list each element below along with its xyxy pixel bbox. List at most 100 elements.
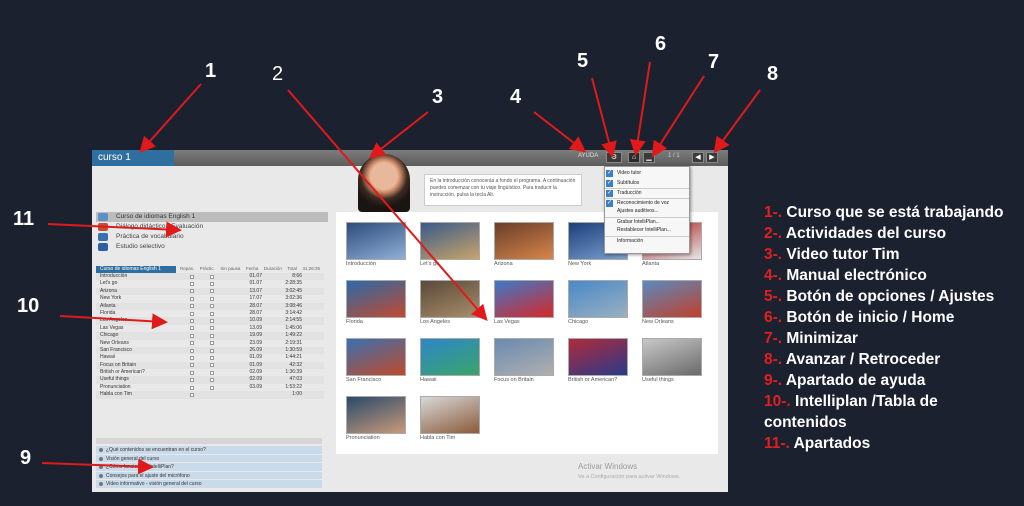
activity-thumbnail[interactable]: Introducción (346, 222, 406, 268)
help-manual-link[interactable]: AYUDA (578, 153, 598, 159)
checkbox[interactable] (202, 369, 222, 376)
activity-thumbnail[interactable]: Focus on Britain (494, 338, 554, 384)
options-menu-item[interactable]: Ajustes auditivos... (605, 207, 689, 217)
activity-thumbnail[interactable]: British or American? (568, 338, 628, 384)
table-row[interactable]: Arizona 13.07 3:02:45 (96, 287, 324, 296)
lesson-name: Atlanta (100, 302, 116, 309)
minimize-button[interactable]: ▁ (643, 152, 655, 163)
table-row[interactable]: Florida 28.07 3:14:42 (96, 310, 324, 317)
options-menu-label: Ajustes auditivos... (617, 208, 659, 214)
checkbox[interactable] (182, 340, 202, 347)
section-item[interactable]: Práctica de vocabulario (96, 232, 328, 242)
checkbox[interactable] (182, 310, 202, 317)
checkbox[interactable] (182, 303, 202, 310)
table-row[interactable]: Las Vegas 13.09 1:45:06 (96, 325, 324, 332)
checkbox[interactable] (202, 288, 222, 295)
activity-thumbnail[interactable]: Florida (346, 280, 406, 326)
table-row[interactable]: Chicago 19.09 1:49:22 (96, 332, 324, 340)
checkbox[interactable] (202, 332, 222, 339)
activity-thumbnail[interactable]: San Francisco (346, 338, 406, 384)
activity-thumbnail[interactable]: Habla con Tim (420, 396, 480, 442)
table-row[interactable]: Introducción 01.07 8:66 (96, 273, 324, 281)
checkbox[interactable] (182, 391, 202, 398)
checkbox[interactable] (182, 280, 202, 287)
options-menu-item[interactable]: ✓ Traducción (605, 188, 689, 198)
checkbox[interactable] (182, 295, 202, 302)
table-row[interactable]: Focus on Britain 01.09 42:32 (96, 361, 324, 370)
back-arrow-icon: ◀ (695, 154, 701, 161)
checkbox[interactable] (182, 273, 202, 280)
table-row[interactable]: British or American? 02.09 1:36:39 (96, 369, 324, 376)
table-row[interactable]: Hawaii 01.09 1:44:21 (96, 354, 324, 361)
thumbnail-caption: Atlanta (642, 261, 660, 267)
options-menu-item[interactable]: Información (605, 235, 689, 246)
activity-thumbnail[interactable]: Las Vegas (494, 280, 554, 326)
checkbox[interactable] (182, 332, 202, 339)
checkbox[interactable] (182, 288, 202, 295)
course-tab[interactable]: curso 1 (92, 150, 174, 166)
checkbox[interactable] (182, 325, 202, 332)
forward-button[interactable]: ▶ (706, 152, 718, 163)
checkbox[interactable] (182, 384, 202, 391)
section-item[interactable]: Curso de idiomas English 1 (96, 212, 328, 222)
help-item[interactable]: Visión general del curso (96, 454, 322, 463)
video-tutor-photo[interactable] (358, 154, 410, 212)
checkbox[interactable] (182, 369, 202, 376)
checkbox[interactable] (202, 280, 222, 287)
checkbox[interactable] (202, 384, 222, 391)
table-row[interactable]: New York 17.07 3:02:36 (96, 295, 324, 302)
checkbox[interactable] (202, 325, 222, 332)
help-item[interactable]: ¿Cómo funciona el IntelliPlan? (96, 463, 322, 472)
table-row[interactable]: Pronunciation 03.09 1:53:22 (96, 384, 324, 391)
table-row[interactable]: Atlanta 28.07 3:08:46 (96, 302, 324, 310)
checkbox[interactable] (202, 376, 222, 383)
lesson-duration: 2:14:55 (285, 317, 302, 324)
table-row[interactable]: San Francisco 26.09 1:30:59 (96, 346, 324, 355)
activity-thumbnail[interactable]: New Orleans (642, 280, 702, 326)
help-item[interactable]: Consejos para el ajuste del micrófono (96, 471, 322, 480)
checkbox[interactable] (182, 354, 202, 361)
checkbox[interactable] (202, 391, 222, 398)
activity-thumbnail[interactable]: Hawaii (420, 338, 480, 384)
activity-thumbnail[interactable]: Arizona (494, 222, 554, 268)
options-menu-item[interactable]: Grabar IntelliPlan... (605, 216, 689, 227)
activity-thumbnail[interactable]: Let's go (420, 222, 480, 268)
activity-thumbnail[interactable]: Chicago (568, 280, 628, 326)
checkbox[interactable] (202, 273, 222, 280)
table-row[interactable]: Useful things 02.09 47:03 (96, 376, 324, 384)
home-button[interactable]: ⌂ (628, 152, 640, 163)
table-row[interactable]: Habla con Tim 1:00 (96, 391, 324, 399)
thumbnail-caption: Los Angeles (420, 319, 450, 325)
checkbox[interactable] (182, 317, 202, 324)
checkbox[interactable] (202, 362, 222, 369)
options-menu-item[interactable]: ✓ Subtítulos (605, 179, 689, 189)
checkbox[interactable] (202, 354, 222, 361)
checkbox[interactable] (202, 303, 222, 310)
help-item[interactable]: ¿Qué contenidos se encuentran en el curs… (96, 446, 322, 455)
table-row[interactable]: New Orleans 23.09 2:19:31 (96, 340, 324, 347)
back-button[interactable]: ◀ (692, 152, 704, 163)
checkbox[interactable] (182, 347, 202, 354)
activity-thumbnail[interactable]: Pronunciation (346, 396, 406, 442)
options-gear-button[interactable]: ⚙ (606, 152, 622, 163)
options-menu-item[interactable]: ✓ Video tutor (605, 169, 689, 179)
checkbox[interactable] (202, 295, 222, 302)
section-item[interactable]: Diálogo didáctico · Evaluación (96, 222, 328, 232)
activity-thumbnail[interactable]: Los Angeles (420, 280, 480, 326)
options-menu-item[interactable]: ✓ Reconocimiento de voz (605, 197, 689, 208)
help-item[interactable]: Video informativo - visión general del c… (96, 480, 322, 489)
options-menu-item[interactable]: Restablecer IntelliPlan... (605, 226, 689, 236)
checkbox[interactable] (182, 362, 202, 369)
horizontal-scrollbar[interactable] (96, 438, 322, 444)
toc-course-title[interactable]: Curso de idiomas English 1 (96, 266, 176, 273)
activity-thumbnail[interactable]: Useful things (642, 338, 702, 384)
section-item[interactable]: Estudio selectivo (96, 242, 328, 252)
checkbox[interactable] (182, 376, 202, 383)
lesson-date: 03.09 (249, 383, 262, 390)
table-row[interactable]: Los Angeles 10.09 2:14:55 (96, 317, 324, 325)
checkbox[interactable] (202, 347, 222, 354)
checkbox[interactable] (202, 317, 222, 324)
table-row[interactable]: Let's go 01.07 2:28:35 (96, 280, 324, 287)
checkbox[interactable] (202, 310, 222, 317)
checkbox[interactable] (202, 340, 222, 347)
